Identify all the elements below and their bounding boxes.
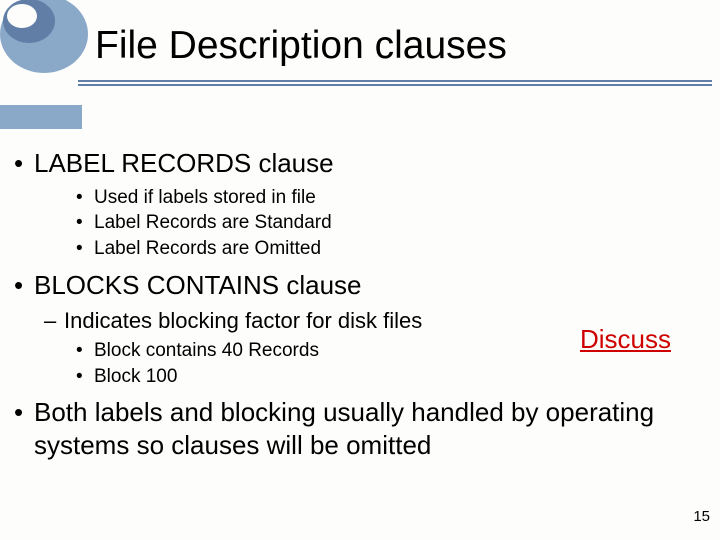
page-number: 15 xyxy=(693,508,710,525)
subbullet: Used if labels stored in file xyxy=(10,186,705,210)
title-divider xyxy=(78,80,712,86)
slide-title: File Description clauses xyxy=(95,25,720,68)
discuss-callout: Discuss xyxy=(580,324,671,355)
bullet-summary: Both labels and blocking usually handled… xyxy=(10,396,705,461)
subbullet: Block 100 xyxy=(10,365,705,389)
subbullet: Label Records are Omitted xyxy=(10,237,705,261)
subbullet: Label Records are Standard xyxy=(10,211,705,235)
slide-header: File Description clauses xyxy=(0,0,720,140)
accent-band xyxy=(0,105,82,129)
bullet-blocks-contains: BLOCKS CONTAINS clause xyxy=(10,269,705,302)
bullet-label-records: LABEL RECORDS clause xyxy=(10,147,705,180)
slide-body: LABEL RECORDS clause Used if labels stor… xyxy=(10,147,705,467)
